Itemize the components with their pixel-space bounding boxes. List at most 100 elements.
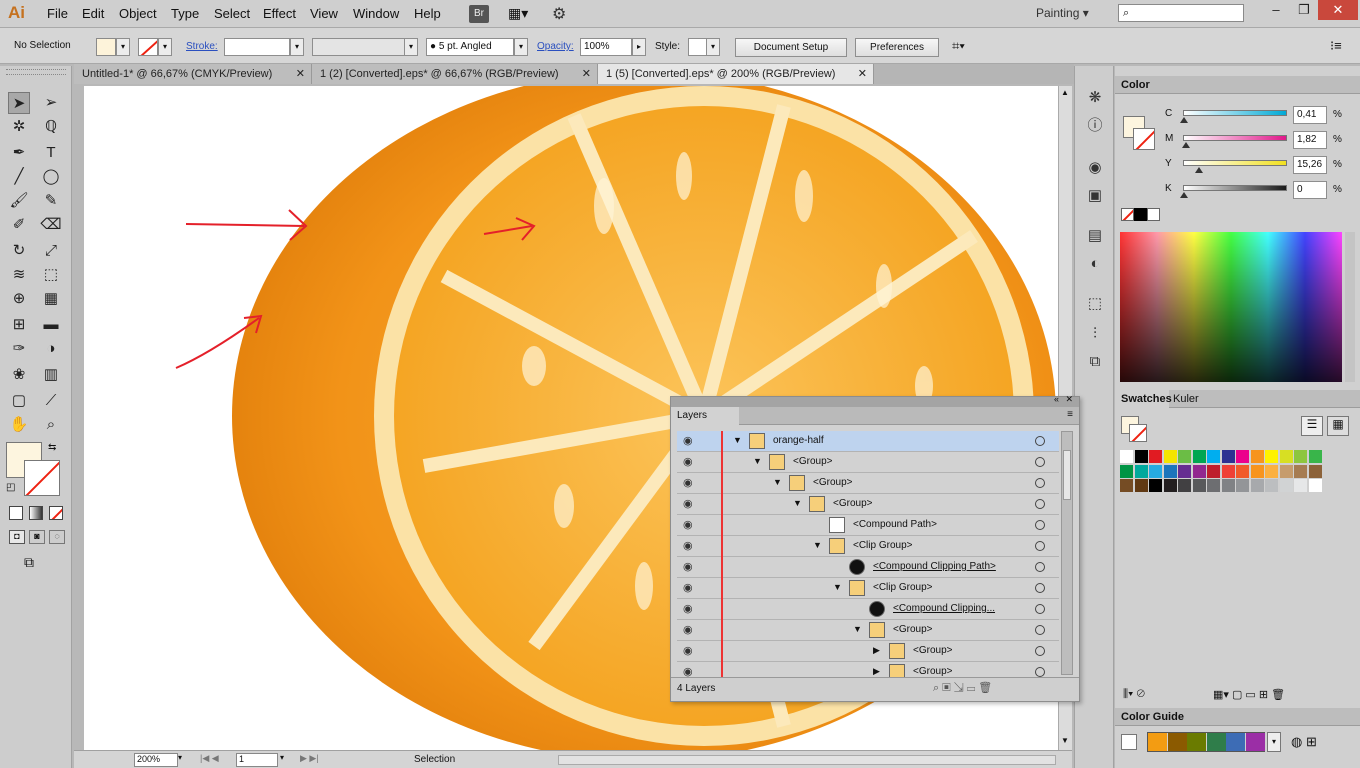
slider-knob[interactable] <box>1181 142 1190 148</box>
swatch-library-icon[interactable]: ⫼▾ ⊘ <box>1123 688 1145 701</box>
draw-normal-icon[interactable]: ◘ <box>9 530 25 544</box>
color-spectrum[interactable] <box>1120 232 1342 382</box>
layer-row[interactable]: ◉ ▼ <Group> <box>677 494 1059 515</box>
align-options-icon[interactable]: ⌗▾ <box>952 38 965 54</box>
swatch[interactable] <box>1294 464 1307 478</box>
zoom-dropdown[interactable]: ▾ <box>178 753 182 762</box>
menu-window[interactable]: Window <box>353 6 399 21</box>
layer-row[interactable]: ◉ ▼ <Group> <box>677 473 1059 494</box>
artboard-dropdown[interactable]: ▾ <box>280 753 284 762</box>
graphic-style-dropdown[interactable]: ▾ <box>706 38 720 56</box>
direct-selection-tool-icon[interactable]: ➢ <box>40 92 62 114</box>
grid-view-button[interactable]: ▦ <box>1327 416 1349 436</box>
opacity-dropdown[interactable]: ▸ <box>632 38 646 56</box>
swatch[interactable] <box>1236 450 1249 463</box>
swatch[interactable] <box>1178 479 1191 492</box>
swatch[interactable] <box>1134 479 1148 492</box>
horizontal-scroll-track[interactable] <box>558 755 1056 765</box>
stroke-weight-field[interactable] <box>224 38 290 56</box>
tab-layers[interactable]: Layers <box>671 407 739 425</box>
artboard-tool-icon[interactable]: ▢ <box>8 390 30 412</box>
swatch[interactable] <box>1265 450 1278 463</box>
layer-row[interactable]: ◉ ▼ <Group> <box>677 620 1059 641</box>
layers-panel-menu-icon[interactable]: ≡ <box>1067 409 1073 420</box>
gpu-performance-icon[interactable]: ⚙ <box>552 4 566 24</box>
swatch[interactable] <box>1265 479 1278 492</box>
layer-row[interactable]: ◉ ▼ <Clip Group> <box>677 578 1059 599</box>
none-color-box[interactable] <box>1121 208 1134 221</box>
default-fill-stroke-icon[interactable]: ◰ <box>6 482 15 493</box>
list-view-button[interactable]: ☰ <box>1301 416 1323 436</box>
visibility-eye-icon[interactable]: ◉ <box>683 518 693 531</box>
color-guide-swatch[interactable] <box>1167 733 1187 751</box>
menu-edit[interactable]: Edit <box>82 6 104 21</box>
swatch[interactable] <box>1308 464 1322 478</box>
transparency-panel-icon[interactable]: ◐ <box>1085 254 1105 274</box>
color-guide-base-swatch[interactable] <box>1121 734 1137 750</box>
channel-slider-m[interactable] <box>1181 135 1287 148</box>
swatch[interactable] <box>1149 450 1162 463</box>
fill-dropdown[interactable]: ▾ <box>116 38 130 56</box>
swatch[interactable] <box>1163 450 1177 463</box>
visibility-eye-icon[interactable]: ◉ <box>683 434 693 447</box>
swatch[interactable] <box>1120 464 1133 478</box>
channel-slider-c[interactable] <box>1180 110 1287 123</box>
close-tab-icon[interactable]: ✕ <box>582 64 591 84</box>
close-panel-icon[interactable]: ✕ <box>1065 394 1073 405</box>
blob-brush-tool-icon[interactable]: ✐ <box>8 214 30 236</box>
target-circle-icon[interactable] <box>1035 667 1045 677</box>
draw-inside-icon[interactable]: ◌ <box>49 530 65 544</box>
color-guide-swatch[interactable] <box>1226 733 1245 751</box>
symbols-panel-icon[interactable]: ❋ <box>1085 88 1105 108</box>
swatch[interactable] <box>1178 450 1191 463</box>
graphic-styles-panel-icon[interactable]: ▣ <box>1085 186 1105 206</box>
color-guide-swatch[interactable] <box>1206 733 1226 751</box>
opacity-field[interactable]: 100% <box>580 38 632 56</box>
swatch[interactable] <box>1192 479 1206 492</box>
swatch[interactable] <box>1149 479 1162 492</box>
layer-row[interactable]: ◉ ▼ <Clip Group> <box>677 536 1059 557</box>
eraser-tool-icon[interactable]: ⌫ <box>40 214 62 236</box>
swatch[interactable] <box>1250 450 1264 463</box>
shape-builder-tool-icon[interactable]: ⊕ <box>8 288 30 310</box>
swatch[interactable] <box>1236 479 1249 492</box>
color-guide-options-icon[interactable]: ◍ ⊞ <box>1291 734 1317 750</box>
swatch[interactable] <box>1265 464 1278 478</box>
layer-row[interactable]: ◉ <Compound Clipping... <box>677 599 1059 620</box>
slider-knob[interactable] <box>1180 117 1189 123</box>
visibility-eye-icon[interactable]: ◉ <box>683 497 693 510</box>
channel-slider-y[interactable] <box>1183 160 1287 173</box>
free-transform-tool-icon[interactable]: ⬚ <box>40 264 62 286</box>
close-window-button[interactable]: ✕ <box>1318 0 1358 20</box>
next-artboard-icon[interactable]: ▶ ▶| <box>300 753 319 764</box>
swatch[interactable] <box>1134 464 1148 478</box>
target-circle-icon[interactable] <box>1035 583 1045 593</box>
swatch[interactable] <box>1192 464 1206 478</box>
lasso-tool-icon[interactable]: ℚ <box>40 116 62 138</box>
visibility-eye-icon[interactable]: ◉ <box>683 602 693 615</box>
eyedropper-tool-icon[interactable]: ✑ <box>8 338 30 360</box>
info-panel-icon[interactable]: ⓘ <box>1085 116 1105 136</box>
color-stroke-box[interactable] <box>1133 128 1155 150</box>
line-tool-icon[interactable]: ╱ <box>8 166 30 188</box>
slice-tool-icon[interactable]: ⟋ <box>40 390 62 412</box>
channel-value-k[interactable]: 0 <box>1293 181 1327 199</box>
column-graph-tool-icon[interactable]: ▥ <box>40 364 62 386</box>
target-circle-icon[interactable] <box>1035 646 1045 656</box>
swatch[interactable] <box>1221 479 1235 492</box>
variable-width-dropdown[interactable]: ▾ <box>404 38 418 56</box>
target-circle-icon[interactable] <box>1035 499 1045 509</box>
swatches-stroke-box[interactable] <box>1129 424 1147 442</box>
layers-panel-titlebar[interactable]: «✕ <box>671 394 1079 407</box>
type-tool-icon[interactable]: T <box>40 142 62 164</box>
magic-wand-tool-icon[interactable]: ✲ <box>8 116 30 138</box>
color-guide-swatch[interactable] <box>1245 733 1265 751</box>
menu-type[interactable]: Type <box>171 6 199 21</box>
panel-menu-icon[interactable]: ⁝≡ <box>1330 38 1342 54</box>
expand-arrow-icon[interactable]: ▶ <box>873 666 880 677</box>
menu-select[interactable]: Select <box>214 6 250 21</box>
color-guide-panel-header[interactable]: Color Guide <box>1115 708 1360 726</box>
visibility-eye-icon[interactable]: ◉ <box>683 455 693 468</box>
target-circle-icon[interactable] <box>1035 457 1045 467</box>
layers-action-icons[interactable]: ⌕ ▣ ⇲ ▭ 🗑 <box>933 681 992 695</box>
